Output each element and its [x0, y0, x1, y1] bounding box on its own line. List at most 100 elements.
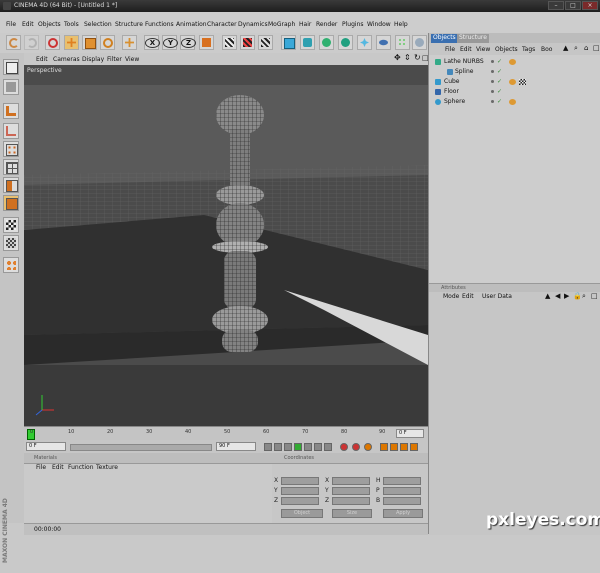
menu-edit[interactable]: Edit — [22, 21, 34, 28]
add-light-button[interactable] — [412, 35, 427, 50]
enabled-check-icon[interactable]: ✓ — [497, 69, 502, 75]
om-menu-bookmarks[interactable]: Boo — [541, 46, 552, 53]
goto-start-button[interactable] — [264, 443, 272, 451]
autokey-button[interactable] — [352, 443, 360, 451]
coordinate-system-button[interactable] — [199, 35, 214, 50]
mat-menu-function[interactable]: Function — [68, 464, 94, 471]
object-row[interactable]: Sphere ✓ — [429, 97, 600, 107]
phong-tag-icon[interactable] — [509, 99, 516, 105]
visibility-dot-icon[interactable] — [491, 100, 494, 103]
axis-z-button[interactable]: Z — [180, 35, 196, 50]
enabled-check-icon[interactable]: ✓ — [497, 79, 502, 85]
current-frame-field[interactable]: 0 F — [396, 429, 424, 438]
add-spline-button[interactable] — [300, 35, 315, 50]
move-view-icon[interactable]: ⇕ — [404, 53, 411, 62]
next-key-button[interactable] — [314, 443, 322, 451]
om-menu-view[interactable]: View — [476, 46, 490, 53]
menu-animation[interactable]: Animation — [176, 21, 207, 28]
axis-x-button[interactable]: X — [144, 35, 160, 50]
om-menu-tags[interactable]: Tags — [522, 46, 535, 53]
visibility-dot-icon[interactable] — [491, 90, 494, 93]
enabled-check-icon[interactable]: ✓ — [497, 99, 502, 105]
keyframe-selection-button[interactable] — [364, 443, 372, 451]
size-y-field[interactable] — [332, 487, 370, 495]
arrow-up-icon[interactable]: ▲ — [563, 44, 568, 52]
object-row[interactable]: Spline ✓ — [429, 67, 600, 77]
prev-frame-button[interactable] — [284, 443, 292, 451]
menu-plugins[interactable]: Plugins — [342, 21, 364, 28]
home-icon[interactable]: ⌂ — [584, 44, 588, 52]
size-z-field[interactable] — [332, 497, 370, 505]
pos-y-field[interactable] — [281, 487, 319, 495]
menu-character[interactable]: Character — [207, 21, 237, 28]
arrow-up-icon[interactable]: ▲ — [545, 292, 550, 300]
object-row[interactable]: Floor ✓ — [429, 87, 600, 97]
rot-p-field[interactable] — [383, 487, 421, 495]
menu-tools[interactable]: Tools — [64, 21, 79, 28]
mat-menu-texture[interactable]: Texture — [96, 464, 118, 471]
timeline[interactable]: 0 10 20 30 40 50 60 70 80 90 0 F — [24, 426, 428, 441]
visibility-dot-icon[interactable] — [491, 80, 494, 83]
pan-view-icon[interactable]: ✥ — [394, 53, 401, 62]
add-array-button[interactable] — [338, 35, 353, 50]
vp-menu-filter[interactable]: Filter — [107, 56, 122, 63]
pos-z-field[interactable] — [281, 497, 319, 505]
search-icon[interactable]: ⌕ — [574, 44, 578, 53]
axis-y-button[interactable]: Y — [162, 35, 178, 50]
texture-mode-button[interactable] — [3, 123, 19, 139]
texture-tag-icon[interactable] — [519, 79, 526, 85]
attr-menu-user-data[interactable]: User Data — [482, 293, 512, 300]
menu-structure[interactable]: Structure — [115, 21, 143, 28]
tweak-mode-button[interactable] — [3, 217, 19, 233]
rot-b-field[interactable] — [383, 497, 421, 505]
om-menu-objects[interactable]: Objects — [495, 46, 518, 53]
rotate-view-icon[interactable]: ↻ — [414, 53, 421, 62]
size-x-field[interactable] — [332, 477, 370, 485]
vp-menu-cameras[interactable]: Cameras — [53, 56, 80, 63]
menu-dynamics[interactable]: Dynamics — [238, 21, 268, 28]
menu-objects[interactable]: Objects — [38, 21, 61, 28]
menu-help[interactable]: Help — [394, 21, 408, 28]
enabled-check-icon[interactable]: ✓ — [497, 59, 502, 65]
edges-mode-button[interactable] — [3, 159, 19, 175]
attr-menu-mode[interactable]: Mode — [443, 293, 459, 300]
snapping-button[interactable] — [3, 257, 19, 273]
coord-size-select[interactable]: Size — [332, 509, 372, 518]
menu-hair[interactable]: Hair — [299, 21, 311, 28]
param-key-button[interactable] — [410, 443, 418, 451]
visibility-dot-icon[interactable] — [491, 60, 494, 63]
perspective-viewport[interactable]: Perspective — [24, 65, 428, 426]
coord-mode-select[interactable]: Object — [281, 509, 323, 518]
rotation-key-button[interactable] — [400, 443, 408, 451]
visibility-dot-icon[interactable] — [491, 70, 494, 73]
render-settings-button[interactable] — [258, 35, 273, 50]
scale-key-button[interactable] — [390, 443, 398, 451]
attr-menu-edit[interactable]: Edit — [462, 293, 474, 300]
forward-icon[interactable]: ▶ — [564, 292, 569, 300]
enabled-check-icon[interactable]: ✓ — [497, 89, 502, 95]
add-cube-button[interactable] — [281, 35, 296, 50]
add-deformer-button[interactable] — [357, 35, 372, 50]
object-mode-button[interactable] — [3, 103, 19, 119]
model-mode-button[interactable] — [3, 79, 19, 95]
om-menu-edit[interactable]: Edit — [460, 46, 472, 53]
polygons-mode-button[interactable] — [3, 177, 19, 193]
axis-mode-button[interactable] — [3, 195, 19, 211]
transform-button[interactable] — [122, 35, 137, 50]
play-button[interactable] — [294, 443, 302, 451]
phong-tag-icon[interactable] — [509, 79, 516, 85]
render-picture-viewer-button[interactable] — [240, 35, 255, 50]
live-select-button[interactable] — [45, 35, 60, 50]
pos-x-field[interactable] — [281, 477, 319, 485]
record-button[interactable] — [340, 443, 348, 451]
mat-menu-file[interactable]: File — [36, 464, 46, 471]
prev-key-button[interactable] — [274, 443, 282, 451]
scale-button[interactable] — [82, 35, 97, 50]
object-row[interactable]: Cube ✓ — [429, 77, 600, 87]
end-frame-field[interactable]: 90 F — [216, 442, 256, 451]
goto-end-button[interactable] — [324, 443, 332, 451]
new-window-icon[interactable]: □ — [593, 44, 600, 52]
new-window-icon[interactable]: □ — [591, 292, 598, 300]
tab-objects[interactable]: Objects — [431, 34, 458, 43]
phong-tag-icon[interactable] — [509, 59, 516, 65]
